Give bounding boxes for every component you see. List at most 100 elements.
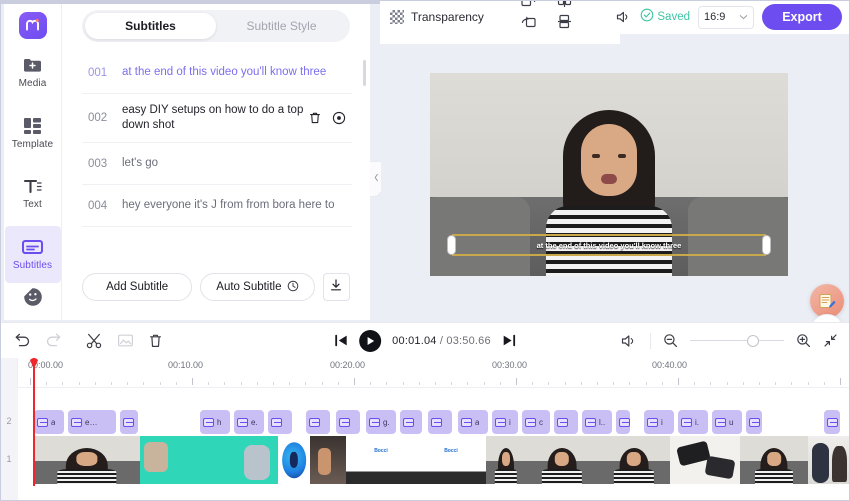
video-clip-thumbnail[interactable] (740, 436, 808, 484)
sidebar-item-template[interactable]: Template (4, 104, 62, 161)
zoom-out-icon[interactable] (663, 333, 678, 348)
aspect-ratio-select[interactable]: 16:9 (698, 5, 754, 29)
scissors-icon[interactable] (86, 333, 103, 349)
video-clip-thumbnail[interactable] (140, 436, 184, 484)
total-time: 03:50.66 (446, 334, 491, 347)
app-logo[interactable] (18, 12, 47, 40)
subtitle-overlay[interactable]: at the end of this video you'll know thr… (447, 234, 771, 256)
subtitle-row[interactable]: 004 hey everyone it's J from from bora h… (82, 185, 352, 227)
subtitle-clip[interactable]: l.. (582, 410, 612, 434)
tab-subtitle-style[interactable]: Subtitle Style (216, 13, 347, 39)
undo-icon[interactable] (14, 333, 31, 348)
sidebar-item-sticker[interactable] (4, 287, 62, 320)
subtitle-clip[interactable]: i (492, 410, 518, 434)
sidebar-item-subtitles[interactable]: Subtitles (4, 225, 61, 283)
video-clip-thumbnail[interactable] (236, 436, 278, 484)
playhead[interactable] (29, 358, 39, 486)
subtitle-clip[interactable] (400, 410, 422, 434)
rotate-left-icon[interactable] (520, 0, 537, 14)
saved-label: Saved (657, 11, 690, 23)
subtitle-clip[interactable] (306, 410, 330, 434)
collapse-arrows-icon[interactable] (823, 333, 838, 348)
timeline-ruler[interactable]: 00:00.00 00:10.00 00:20.00 00:30.00 00:40.00 (0, 358, 850, 388)
subtitle-clip[interactable] (746, 410, 762, 434)
zoom-in-icon[interactable] (796, 333, 811, 348)
subtitle-clip[interactable]: c (522, 410, 550, 434)
trash-icon[interactable] (308, 111, 322, 125)
export-button[interactable]: Export (762, 4, 842, 30)
subtitle-handle-right[interactable] (762, 235, 771, 255)
subtitle-clip[interactable] (268, 410, 292, 434)
subtitle-text[interactable]: easy DIY setups on how to do a top down … (122, 103, 308, 133)
subtitle-track[interactable]: a e… h e. g. a i c l.. i i. u (18, 410, 850, 434)
skip-forward-icon[interactable] (502, 334, 516, 347)
subtitle-clip[interactable]: u (712, 410, 742, 434)
subtitle-row[interactable]: 002 easy DIY setups on how to do a top d… (82, 94, 352, 143)
subtitle-index: 002 (88, 112, 108, 124)
video-track[interactable]: Bocci Bocci (18, 436, 850, 484)
subtitle-list-scrollbar[interactable] (363, 60, 366, 86)
video-clip-thumbnail[interactable]: Bocci (416, 436, 486, 484)
video-clip-thumbnail[interactable] (670, 436, 740, 484)
subtitle-text[interactable]: let's go (122, 156, 352, 171)
video-clip-thumbnail[interactable] (184, 436, 236, 484)
add-circle-icon[interactable] (332, 111, 346, 125)
subtitle-row[interactable]: 001 at the end of this video you'll know… (82, 52, 352, 94)
trash-icon[interactable] (148, 333, 163, 349)
subtitle-clip[interactable]: a (458, 410, 488, 434)
subtitle-text[interactable]: at the end of this video you'll know thr… (122, 65, 352, 80)
subtitle-clip-icon (123, 417, 134, 427)
subtitle-clip[interactable]: h (200, 410, 230, 434)
ruler-tick (240, 382, 242, 385)
stage-collapse-button[interactable] (372, 162, 381, 192)
rotate-right-icon[interactable] (520, 13, 537, 35)
tab-subtitles[interactable]: Subtitles (85, 13, 216, 39)
video-clip-thumbnail[interactable] (34, 436, 140, 484)
zoom-slider[interactable] (690, 334, 784, 348)
transparency-control[interactable]: Transparency (390, 10, 484, 24)
zoom-slider-knob[interactable] (747, 334, 760, 347)
subtitle-row[interactable]: 003 let's go (82, 143, 352, 185)
subtitle-clip[interactable]: i (644, 410, 674, 434)
subtitle-clip[interactable]: e… (68, 410, 116, 434)
subtitle-clip[interactable] (120, 410, 138, 434)
subtitle-clip[interactable] (428, 410, 452, 434)
play-button[interactable] (359, 329, 382, 352)
subtitle-clip[interactable]: g. (366, 410, 396, 434)
notepad-icon[interactable] (810, 284, 844, 318)
subtitle-handle-left[interactable] (447, 235, 456, 255)
subtitle-clip[interactable] (554, 410, 578, 434)
video-clip-thumbnail[interactable] (598, 436, 670, 484)
sidebar-item-text[interactable]: Text (4, 165, 62, 222)
video-clip-thumbnail[interactable] (310, 436, 346, 484)
flip-vertical-icon[interactable] (556, 13, 573, 35)
flip-horizontal-icon[interactable] (556, 0, 573, 14)
sidebar-item-media[interactable]: Media (4, 43, 62, 100)
skip-back-icon[interactable] (334, 334, 348, 347)
video-clip-thumbnail[interactable] (526, 436, 598, 484)
subtitle-clip[interactable]: i. (678, 410, 708, 434)
video-clip-thumbnail[interactable] (486, 436, 526, 484)
video-clip-thumbnail[interactable] (808, 436, 850, 484)
video-clip-thumbnail[interactable]: Bocci (346, 436, 416, 484)
subtitle-clip[interactable]: a (34, 410, 64, 434)
redo-icon[interactable] (45, 333, 62, 348)
video-clip-thumbnail[interactable] (278, 436, 310, 484)
video-preview[interactable]: at the end of this video you'll know thr… (430, 73, 788, 276)
add-subtitle-button[interactable]: Add Subtitle (82, 273, 193, 301)
auto-subtitle-button[interactable]: Auto Subtitle (200, 273, 315, 301)
ruler-tick (726, 382, 728, 385)
subtitle-list[interactable]: 001 at the end of this video you'll know… (82, 52, 352, 264)
timeline[interactable]: 2 1 a e… h e. g. a i c l.. i i. u Bocci Bocci (0, 388, 850, 501)
subtitle-clip[interactable] (336, 410, 360, 434)
subtitle-clip[interactable]: e. (234, 410, 264, 434)
crop-image-icon[interactable] (117, 333, 134, 348)
subtitle-text[interactable]: hey everyone it's J from from bora here … (122, 198, 352, 213)
speaker-icon[interactable] (621, 334, 638, 348)
subtitle-clip[interactable] (616, 410, 630, 434)
download-subtitles-button[interactable] (322, 273, 350, 301)
sticker-icon (22, 287, 44, 307)
subtitle-clip[interactable] (824, 410, 840, 434)
download-icon (329, 278, 343, 297)
speaker-icon[interactable] (616, 10, 632, 24)
